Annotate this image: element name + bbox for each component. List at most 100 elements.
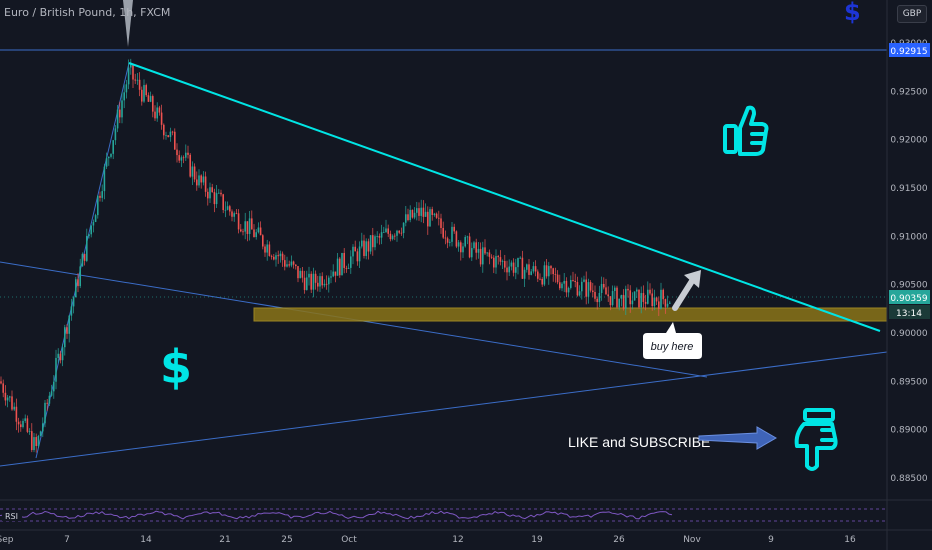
candle-body: [600, 283, 603, 293]
candle-body: [336, 258, 339, 276]
candle-body: [642, 293, 645, 302]
candle-body: [132, 64, 134, 80]
candle-body: [200, 175, 202, 183]
time-tick-label: Sep: [0, 535, 14, 545]
candle-body: [64, 327, 66, 348]
candle-body: [253, 229, 255, 238]
candle-body: [607, 294, 609, 297]
candle-body: [446, 238, 449, 243]
candle-body: [510, 262, 513, 267]
candle-body: [171, 131, 174, 133]
candle-body: [422, 207, 425, 217]
candle-body: [262, 235, 264, 247]
candle-body: [451, 226, 453, 242]
candle-body: [202, 176, 205, 183]
candle-body: [31, 431, 33, 451]
candle-body: [519, 257, 521, 259]
candle-body: [499, 257, 502, 262]
candle-body: [61, 347, 64, 361]
candle-body: [35, 437, 37, 446]
candle-body: [281, 253, 284, 261]
candle-body: [572, 279, 574, 281]
candle-body: [66, 327, 68, 334]
candle-body: [55, 357, 57, 382]
candle-body: [163, 124, 165, 136]
candle-body: [81, 253, 84, 267]
candle-body: [664, 299, 667, 307]
candle-body: [644, 301, 647, 304]
candle-body: [28, 431, 31, 432]
candle-body: [581, 281, 583, 292]
candle-body: [20, 424, 22, 428]
candle-body: [314, 273, 317, 283]
candle-body: [193, 166, 196, 180]
candle-body: [598, 292, 601, 303]
candle-body: [154, 111, 156, 119]
candle-body: [108, 156, 110, 159]
candle-body: [174, 131, 176, 150]
time-tick-label: 14: [140, 535, 152, 545]
candle-body: [455, 231, 458, 247]
candle-body: [457, 242, 460, 247]
symbol-title[interactable]: Euro / British Pound, 1h, FXCM: [4, 6, 170, 19]
candle-body: [484, 247, 486, 254]
candle-body: [167, 135, 169, 137]
candle-body: [512, 262, 515, 273]
candle-body: [191, 166, 194, 177]
candle-body: [99, 195, 101, 198]
candle-body: [666, 303, 669, 307]
candle-body: [233, 213, 235, 217]
candle-body: [264, 246, 266, 253]
candle-body: [24, 418, 26, 421]
candle-body: [185, 152, 187, 158]
candle-body: [559, 282, 561, 289]
candle-body: [501, 261, 504, 262]
candle-body: [479, 248, 482, 265]
candle-body: [97, 195, 99, 216]
candle-body: [218, 192, 220, 194]
candle-body: [438, 217, 440, 219]
candle-body: [416, 208, 418, 213]
candle-body: [88, 234, 90, 237]
candle-body: [303, 277, 306, 290]
candle-body: [603, 283, 605, 288]
chart-canvas[interactable]: buy here $ LIKE and SUBSCRIBE 0.930000.9…: [0, 0, 932, 550]
candle-body: [556, 274, 559, 283]
candle-body: [149, 96, 152, 102]
candle-body: [222, 194, 224, 211]
candle-body: [286, 264, 288, 267]
currency-badge[interactable]: GBP: [897, 5, 927, 23]
candle-body: [273, 256, 275, 260]
support-zone: [253, 307, 888, 322]
candle-body: [504, 261, 506, 268]
candle-body: [394, 235, 396, 237]
candle-body: [449, 241, 451, 243]
candle-body: [400, 232, 403, 234]
candle-body: [229, 206, 231, 212]
candle-body: [589, 282, 592, 291]
candle-body: [435, 213, 438, 218]
candle-body: [545, 265, 548, 277]
candle-body: [358, 246, 361, 262]
candle-body: [565, 280, 568, 293]
candle-body: [136, 79, 139, 81]
candle-body: [207, 191, 209, 199]
candle-body: [301, 270, 304, 278]
candle-body: [376, 236, 378, 237]
dollar-sign-annotation: $: [160, 340, 192, 394]
candle-body: [627, 288, 629, 291]
candle-body: [477, 248, 480, 253]
candle-body: [306, 277, 308, 290]
candle-body: [517, 257, 519, 268]
candle-body: [611, 291, 614, 306]
candle-body: [275, 255, 277, 260]
candle-body: [15, 406, 18, 422]
candle-body: [633, 291, 636, 301]
candle-body: [440, 218, 442, 229]
candle-body: [563, 280, 565, 284]
time-tick-label: 26: [613, 535, 625, 545]
candle-body: [473, 242, 475, 249]
candle-body: [2, 383, 4, 393]
candle-body: [526, 264, 528, 270]
candle-body: [550, 266, 552, 269]
